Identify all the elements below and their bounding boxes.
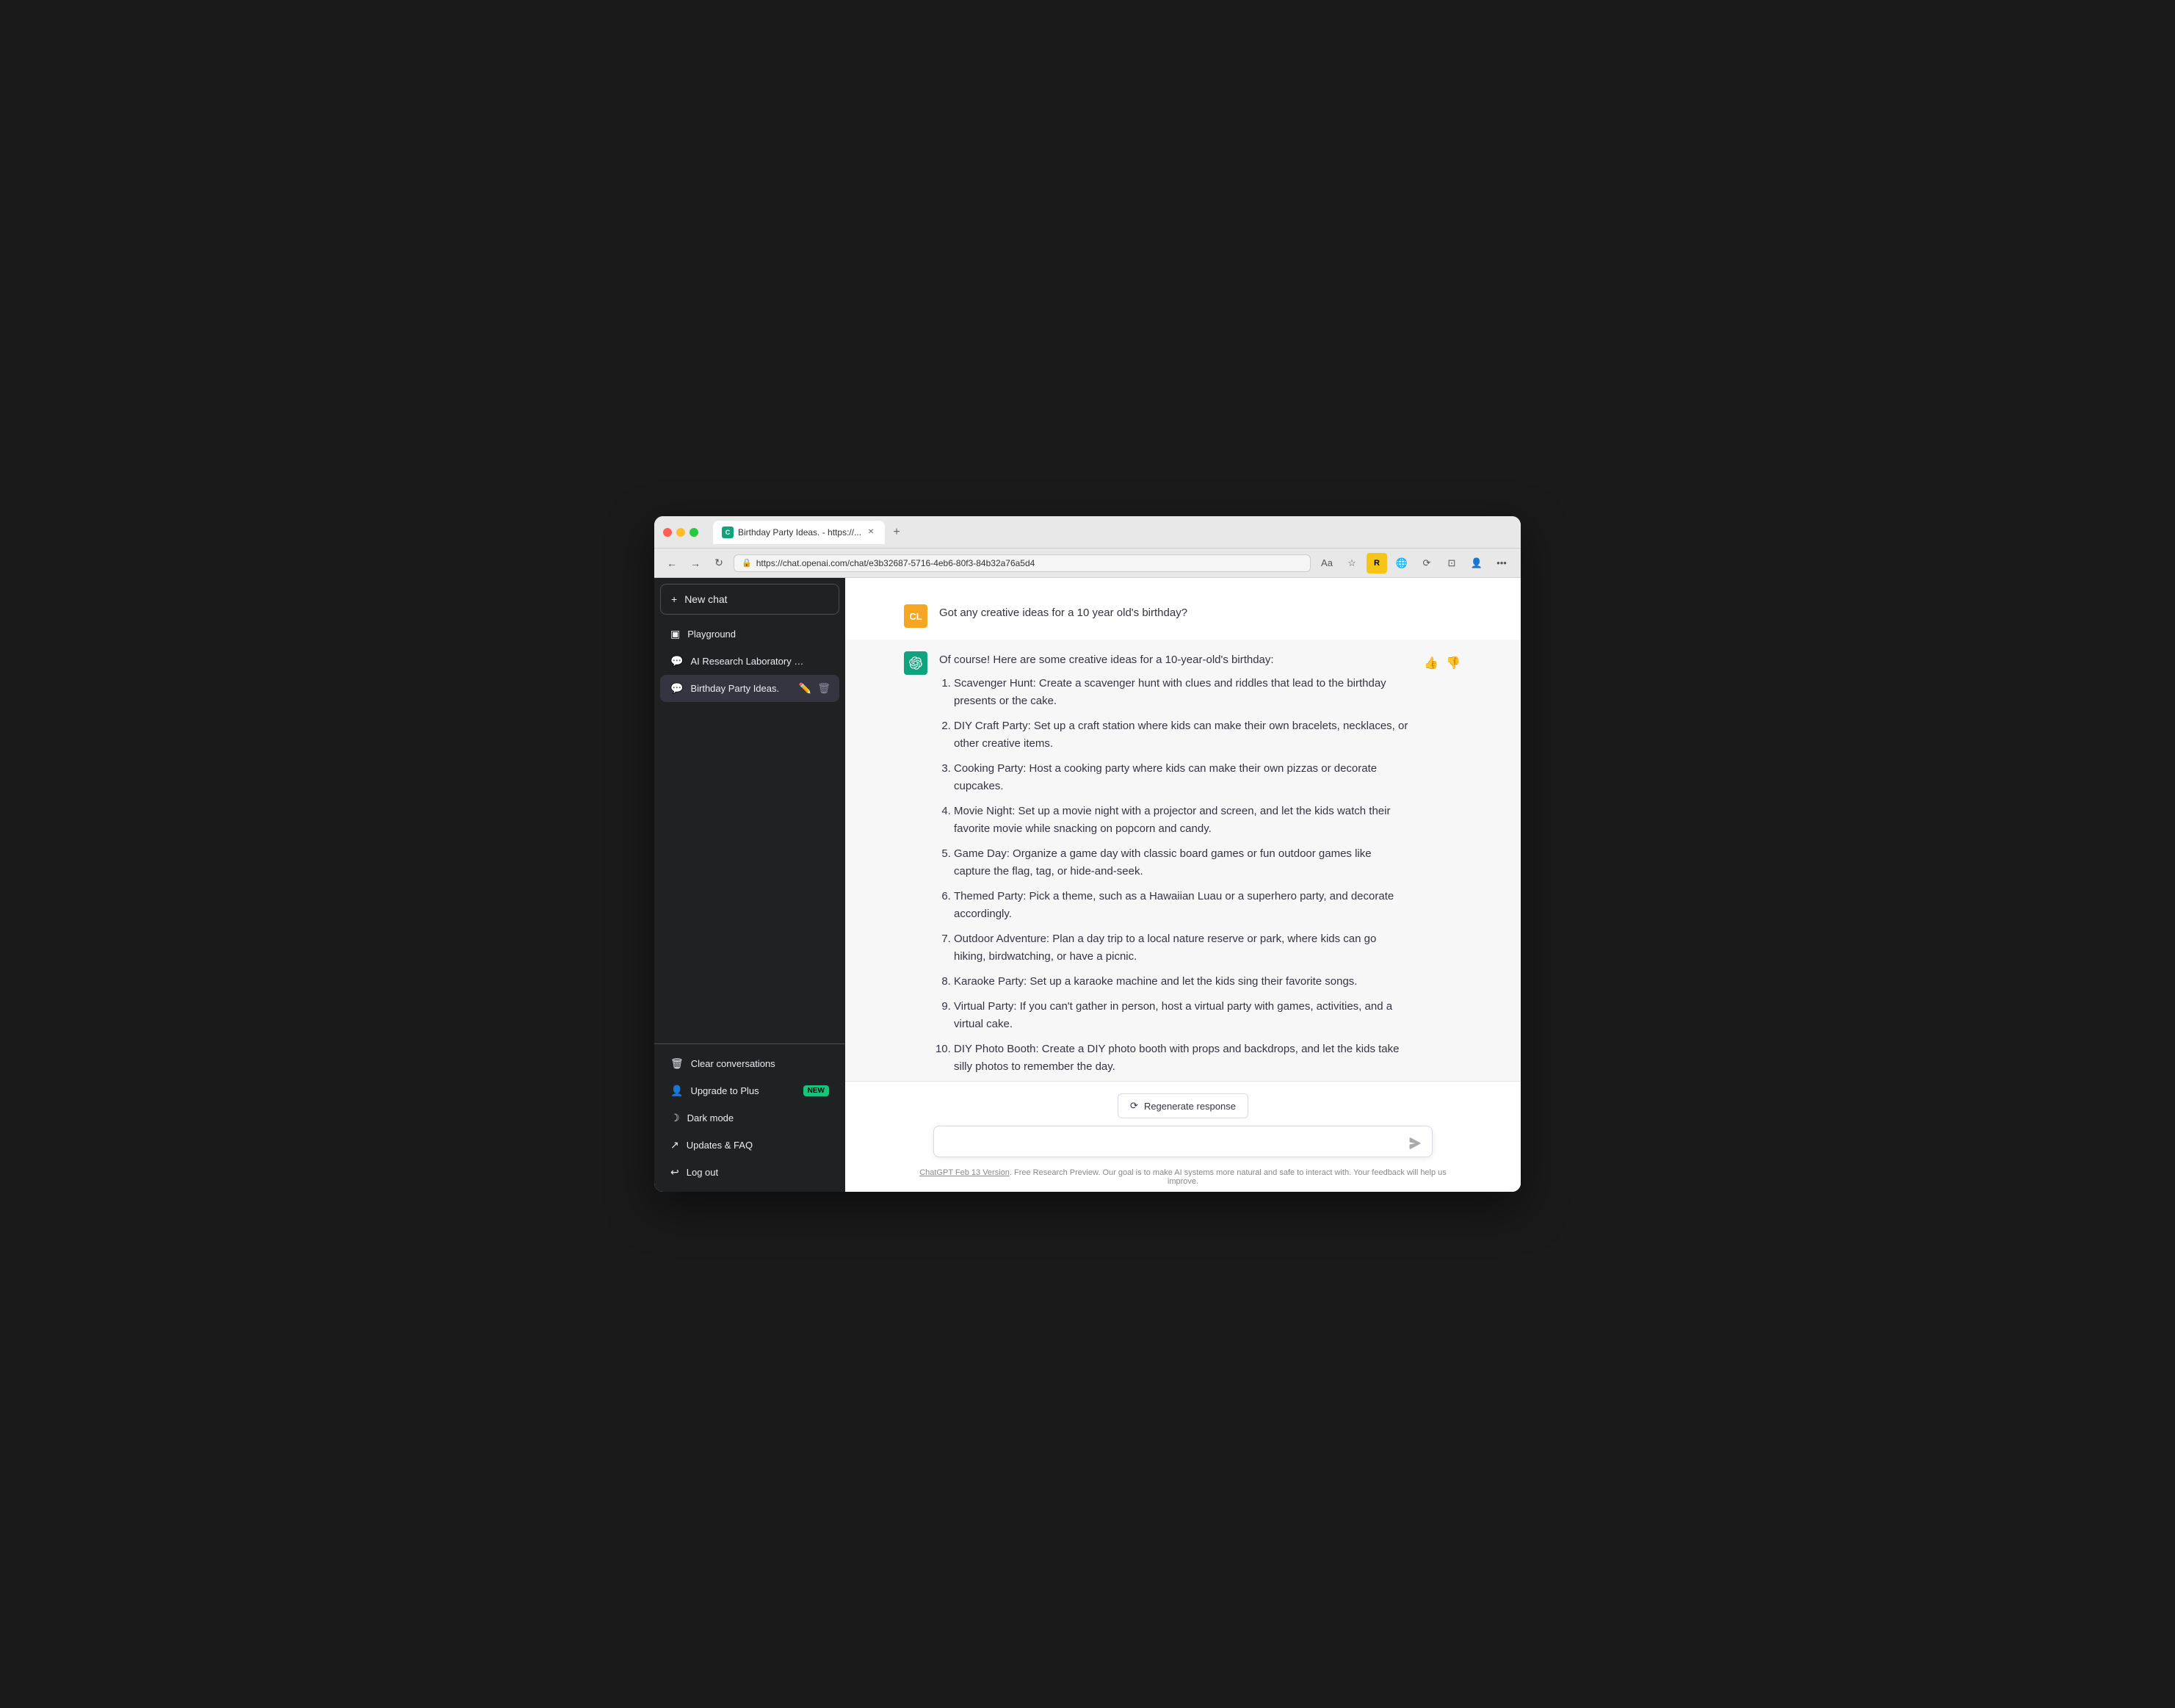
regenerate-icon: ⟳ [1130, 1100, 1138, 1112]
new-chat-button[interactable]: + New chat [660, 584, 839, 615]
sync-icon[interactable]: ⟳ [1416, 553, 1437, 573]
assistant-message-row: Of course! Here are some creative ideas … [845, 640, 1521, 1081]
birthday-party-label: Birthday Party Ideas. [690, 683, 804, 694]
item-actions: ✏️ 🗑 [797, 681, 832, 696]
dark-mode-label: Dark mode [687, 1112, 734, 1123]
updates-label: Updates & FAQ [687, 1140, 753, 1151]
titlebar: C Birthday Party Ideas. - https://... ✕ … [654, 516, 1521, 549]
message-actions: 👍 👎 [1422, 651, 1462, 1081]
send-button[interactable] [1405, 1133, 1425, 1154]
chat-area: CL Got any creative ideas for a 10 year … [845, 578, 1521, 1192]
sidebar-item-birthday-party[interactable]: 💬 Birthday Party Ideas. ✏️ 🗑 [660, 675, 839, 702]
plus-icon: + [671, 593, 677, 605]
active-tab[interactable]: C Birthday Party Ideas. - https://... ✕ [713, 521, 885, 544]
delete-icon[interactable]: 🗑 [816, 681, 832, 696]
chat-bubble-icon: 💬 [670, 655, 683, 667]
footer-text: ChatGPT Feb 13 Version. Free Research Pr… [904, 1168, 1462, 1186]
url-text: https://chat.openai.com/chat/e3b32687-57… [756, 558, 1035, 568]
ai-avatar [904, 651, 927, 675]
maximize-window-button[interactable] [690, 528, 698, 537]
list-item: DIY Photo Booth: Create a DIY photo boot… [954, 1041, 1411, 1076]
back-button[interactable]: ← [663, 554, 681, 572]
upgrade-to-plus-button[interactable]: 👤 Upgrade to Plus NEW [660, 1077, 839, 1104]
profile-icon[interactable]: 👤 [1466, 553, 1487, 573]
sidebar-item-playground[interactable]: ▣ Playground [660, 620, 839, 648]
upgrade-label: Upgrade to Plus [690, 1085, 759, 1096]
new-badge: NEW [803, 1085, 829, 1096]
lock-icon: 🔒 [742, 558, 752, 568]
logout-icon: ↩ [670, 1166, 679, 1179]
address-field[interactable]: 🔒 https://chat.openai.com/chat/e3b32687-… [734, 554, 1311, 572]
list-item: Movie Night: Set up a movie night with a… [954, 803, 1411, 838]
regenerate-button[interactable]: ⟳ Regenerate response [1118, 1093, 1248, 1118]
browser-window: C Birthday Party Ideas. - https://... ✕ … [654, 516, 1521, 1192]
chat-input[interactable] [933, 1126, 1433, 1157]
tab-title: Birthday Party Ideas. - https://... [738, 527, 861, 538]
assistant-message-content: Of course! Here are some creative ideas … [939, 651, 1411, 1081]
sidebar: + New chat ▣ Playground 💬 AI Research La… [654, 578, 845, 1192]
forward-button[interactable]: → [687, 554, 704, 572]
playground-label: Playground [687, 629, 801, 640]
logout-label: Log out [687, 1167, 718, 1178]
main-layout: + New chat ▣ Playground 💬 AI Research La… [654, 578, 1521, 1192]
user-icon: 👤 [670, 1085, 683, 1097]
list-item: Cooking Party: Host a cooking party wher… [954, 760, 1411, 795]
extension-r-icon[interactable]: R [1367, 553, 1387, 573]
list-item: Scavenger Hunt: Create a scavenger hunt … [954, 675, 1411, 710]
thumbs-up-button[interactable]: 👍 [1422, 654, 1440, 672]
tab-close-button[interactable]: ✕ [866, 527, 876, 538]
reload-button[interactable]: ↻ [710, 554, 728, 572]
list-item: Karaoke Party: Set up a karaoke machine … [954, 973, 1411, 991]
list-item: Game Day: Organize a game day with class… [954, 845, 1411, 880]
more-options-icon[interactable]: ••• [1491, 553, 1512, 573]
addressbar: ← → ↻ 🔒 https://chat.openai.com/chat/e3b… [654, 549, 1521, 578]
user-message-content: Got any creative ideas for a 10 year old… [939, 604, 1462, 628]
dark-mode-button[interactable]: ☽ Dark mode [660, 1104, 839, 1132]
thumbs-down-button[interactable]: 👎 [1444, 654, 1462, 672]
bookmark-icon[interactable]: ☆ [1342, 553, 1362, 573]
sidebar-top: + New chat ▣ Playground 💬 AI Research La… [654, 578, 845, 1043]
ideas-list: Scavenger Hunt: Create a scavenger hunt … [954, 675, 1411, 1076]
extension-globe-icon[interactable]: 🌐 [1392, 553, 1412, 573]
sidebar-item-ai-research[interactable]: 💬 AI Research Laboratory Foun [660, 648, 839, 675]
footer-link[interactable]: ChatGPT Feb 13 Version [919, 1168, 1010, 1177]
split-view-icon[interactable]: ⊡ [1441, 553, 1462, 573]
list-item: Outdoor Adventure: Plan a day trip to a … [954, 930, 1411, 966]
logout-button[interactable]: ↩ Log out [660, 1159, 839, 1186]
grid-icon: ▣ [670, 628, 680, 640]
minimize-window-button[interactable] [676, 528, 685, 537]
regenerate-label: Regenerate response [1144, 1101, 1236, 1112]
new-tab-button[interactable]: + [888, 524, 905, 541]
tab-favicon: C [722, 526, 734, 538]
list-item: Virtual Party: If you can't gather in pe… [954, 998, 1411, 1033]
moon-icon: ☽ [670, 1112, 680, 1124]
user-message-row: CL Got any creative ideas for a 10 year … [845, 593, 1521, 640]
list-item: DIY Craft Party: Set up a craft station … [954, 717, 1411, 753]
clear-conversations-label: Clear conversations [691, 1058, 775, 1069]
close-window-button[interactable] [663, 528, 672, 537]
input-area: ⟳ Regenerate response ChatGPT Feb 13 Ver… [845, 1081, 1521, 1192]
user-avatar: CL [904, 604, 927, 628]
trash-icon: 🗑 [670, 1057, 684, 1070]
messages-container: CL Got any creative ideas for a 10 year … [845, 578, 1521, 1081]
new-chat-label: New chat [684, 593, 727, 605]
chat-bubble-icon-2: 💬 [670, 682, 683, 695]
updates-faq-button[interactable]: ↗ Updates & FAQ [660, 1132, 839, 1159]
ai-research-label: AI Research Laboratory Foun [690, 656, 804, 667]
list-item: Themed Party: Pick a theme, such as a Ha… [954, 888, 1411, 923]
external-link-icon: ↗ [670, 1139, 679, 1151]
reader-mode-icon[interactable]: Aa [1317, 553, 1337, 573]
traffic-lights [663, 528, 698, 537]
tab-area: C Birthday Party Ideas. - https://... ✕ … [713, 521, 1512, 544]
sidebar-bottom: 🗑 Clear conversations 👤 Upgrade to Plus … [654, 1043, 845, 1192]
rename-icon[interactable]: ✏️ [797, 681, 813, 696]
chat-input-container [933, 1126, 1433, 1161]
clear-conversations-button[interactable]: 🗑 Clear conversations [660, 1050, 839, 1077]
toolbar-icons: Aa ☆ R 🌐 ⟳ ⊡ 👤 ••• [1317, 553, 1512, 573]
